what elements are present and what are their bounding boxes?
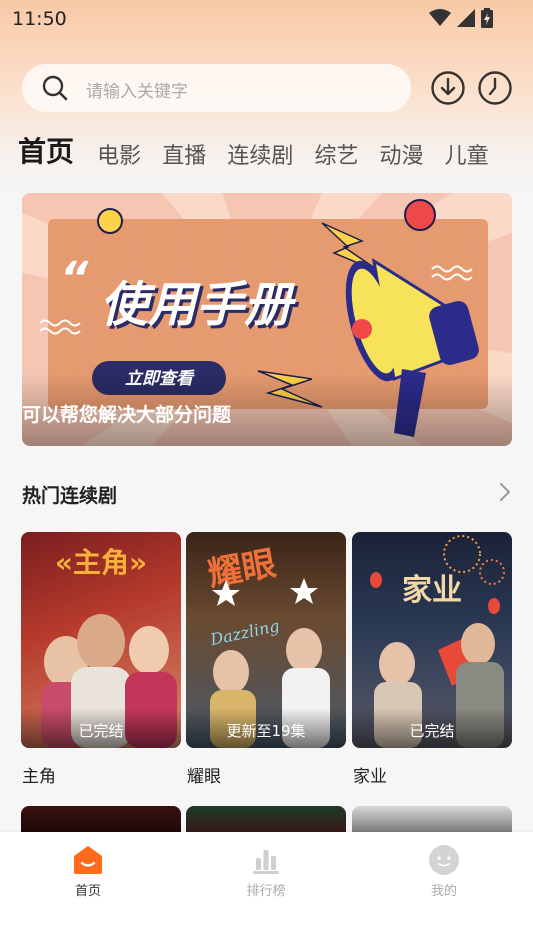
banner-caption: 可以帮您解决大部分问题 — [22, 404, 232, 426]
card-status-badge: 已完结 — [21, 708, 181, 748]
nav-ranking[interactable]: 排行榜 — [226, 844, 306, 899]
svg-text:Dazzling: Dazzling — [208, 616, 281, 649]
tab-series[interactable]: 连续剧 — [227, 138, 293, 170]
section-title: 热门连续剧 — [22, 485, 118, 507]
card-title[interactable]: 耀眼 — [187, 762, 221, 787]
banner-title: 使用手册 — [100, 277, 297, 333]
nav-home[interactable]: 首页 — [48, 844, 128, 899]
search-placeholder: 请输入关键字 — [86, 82, 188, 102]
nav-ranking-label: 排行榜 — [246, 884, 286, 899]
bottom-navigation: 首页 排行榜 我的 — [0, 832, 533, 948]
svg-text:耀眼: 耀眼 — [205, 544, 279, 595]
chevron-right-icon[interactable] — [498, 482, 512, 502]
series-card[interactable]: «主角» 已完结 — [21, 532, 181, 748]
tab-anime[interactable]: 动漫 — [380, 138, 424, 170]
card-title[interactable]: 主角 — [22, 762, 56, 787]
category-tabs: 首页 电影 直播 连续剧 综艺 动漫 儿童 — [18, 130, 533, 174]
wifi-icon — [429, 9, 451, 26]
nav-profile[interactable]: 我的 — [404, 844, 484, 899]
download-icon[interactable] — [430, 70, 466, 106]
card-status-badge: 已完结 — [352, 708, 512, 748]
series-card[interactable]: 耀眼 Dazzling 更新至19集 — [186, 532, 346, 748]
svg-text:“: “ — [60, 253, 89, 304]
search-icon — [42, 75, 68, 101]
series-card[interactable]: 家业 已完结 — [352, 532, 512, 748]
nav-profile-label: 我的 — [430, 884, 457, 899]
tab-movie[interactable]: 电影 — [97, 138, 141, 170]
status-icons — [429, 8, 493, 28]
svg-text:家业: 家业 — [402, 573, 462, 608]
svg-text:«主角»: «主角» — [55, 546, 147, 579]
ranking-icon — [253, 850, 279, 874]
card-status-badge: 更新至19集 — [186, 708, 346, 748]
search-input[interactable]: 请输入关键字 — [22, 64, 411, 112]
battery-icon — [481, 8, 493, 28]
tab-kids[interactable]: 儿童 — [445, 138, 489, 170]
profile-icon — [429, 845, 459, 875]
status-bar: 11:50 — [0, 0, 533, 38]
history-icon[interactable] — [477, 70, 513, 106]
card-title[interactable]: 家业 — [353, 762, 387, 787]
home-icon — [74, 846, 102, 874]
tab-live[interactable]: 直播 — [162, 138, 206, 170]
nav-home-label: 首页 — [74, 884, 101, 899]
signal-icon — [457, 9, 475, 27]
tab-variety[interactable]: 综艺 — [314, 138, 358, 170]
tab-home[interactable]: 首页 — [18, 130, 74, 170]
status-time: 11:50 — [12, 8, 67, 30]
